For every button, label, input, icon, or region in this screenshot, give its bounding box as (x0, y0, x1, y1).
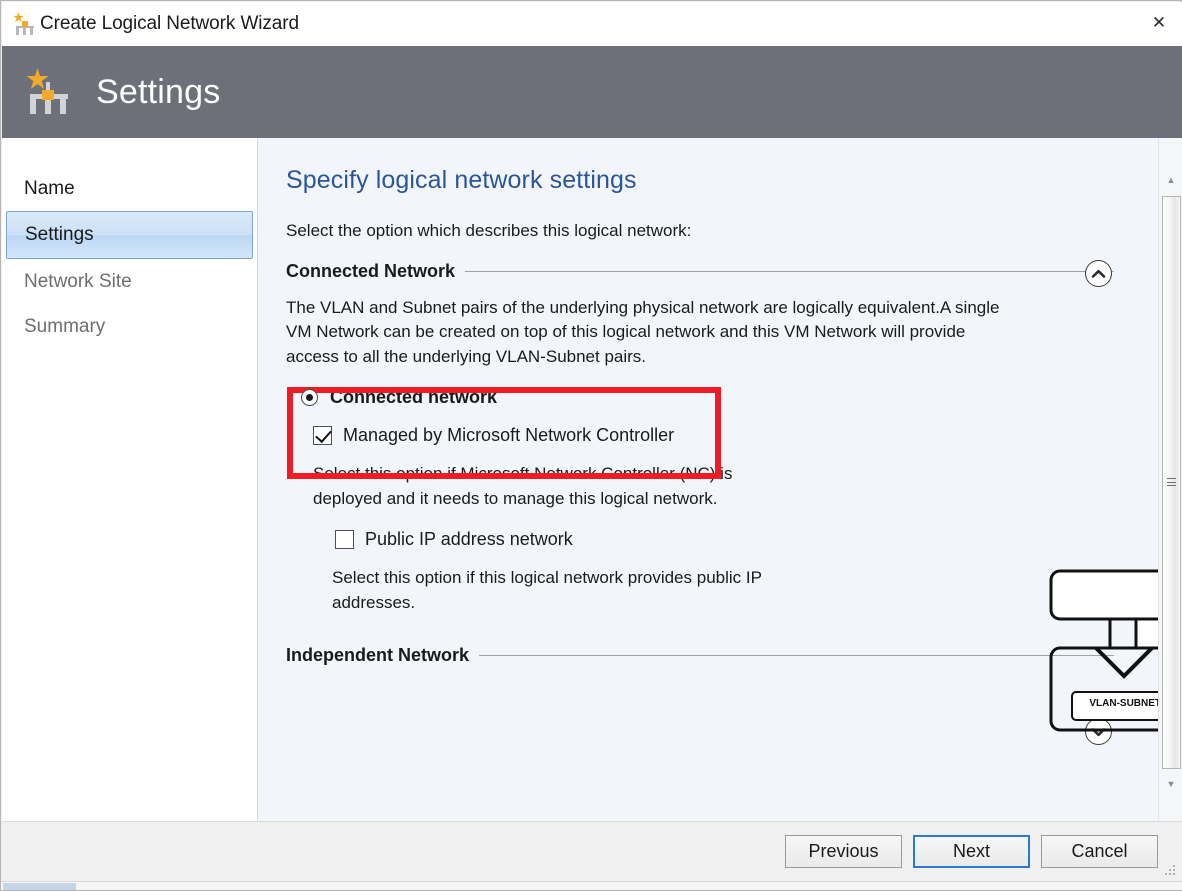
wizard-steps-sidebar: Name Settings Network Site Summary (2, 138, 258, 821)
vertical-scrollbar[interactable]: ▲ ▼ (1158, 138, 1182, 821)
checkbox-label: Public IP address network (365, 529, 573, 550)
checkbox-public-ip-address-network[interactable]: Public IP address network (335, 529, 1114, 550)
triangle-up-icon[interactable]: ▲ (1159, 168, 1182, 192)
footer-bar: Previous Next Cancel (2, 821, 1182, 883)
window-title: Create Logical Network Wizard (40, 13, 299, 34)
previous-button[interactable]: Previous (785, 835, 902, 868)
page-title: Settings (96, 72, 221, 111)
sidebar-item-label: Name (24, 177, 75, 199)
section-divider (465, 271, 1114, 272)
sidebar-item-network-site[interactable]: Network Site (6, 259, 253, 304)
content-area: Specify logical network settings Select … (258, 138, 1182, 821)
horizontal-scrollbar[interactable] (1, 881, 1182, 890)
content-lead-text: Select the option which describes this l… (286, 221, 692, 240)
sidebar-item-label: Settings (25, 224, 94, 245)
section-divider (479, 655, 1114, 657)
checkbox-indicator (335, 530, 354, 550)
chevron-up-icon[interactable] (1085, 260, 1112, 287)
connected-network-options: Connected network Managed by Microsoft N… (286, 387, 1114, 615)
connected-network-section-header: Connected Network (286, 261, 1114, 282)
resize-grip-icon[interactable] (1163, 865, 1177, 879)
radio-label: Connected network (330, 387, 498, 408)
new-logical-network-icon (24, 68, 74, 116)
section-label: Independent Network (286, 645, 470, 666)
sidebar-item-name[interactable]: Name (6, 166, 253, 211)
sidebar-item-label: Network Site (24, 270, 132, 292)
checkbox-label: Managed by Microsoft Network Controller (343, 425, 675, 446)
radio-connected-network[interactable]: Connected network (301, 387, 1114, 408)
section-label: Connected Network (286, 261, 456, 281)
scrollbar-grip (1167, 478, 1176, 487)
triangle-down-icon[interactable]: ▼ (1159, 772, 1182, 796)
wizard-window: Create Logical Network Wizard ✕ Settings… (0, 0, 1182, 891)
page-header: Settings (2, 46, 1182, 138)
checkbox-managed-by-network-controller[interactable]: Managed by Microsoft Network Controller (313, 425, 1114, 446)
close-icon[interactable]: ✕ (1136, 2, 1182, 44)
public-ip-help-text: Select this option if this logical netwo… (332, 568, 762, 612)
wizard-body: Name Settings Network Site Summary Speci… (2, 138, 1182, 821)
settings-panel: Specify logical network settings Select … (258, 138, 1144, 821)
scrollbar-thumb[interactable] (1162, 196, 1181, 769)
independent-network-section-header: Independent Network (286, 645, 1114, 666)
checkbox-indicator (313, 426, 332, 446)
radio-indicator (301, 389, 318, 407)
cancel-button[interactable]: Cancel (1041, 835, 1158, 868)
connected-network-description: The VLAN and Subnet pairs of the underly… (286, 298, 1000, 366)
next-button[interactable]: Next (913, 835, 1030, 868)
title-bar: Create Logical Network Wizard ✕ (2, 2, 1182, 46)
scrollbar-thumb[interactable] (3, 883, 76, 890)
content-heading: Specify logical network settings (286, 166, 637, 194)
sidebar-item-settings[interactable]: Settings (6, 211, 253, 259)
logical-network-icon (12, 11, 38, 37)
sidebar-item-label: Summary (24, 315, 106, 337)
sidebar-item-summary[interactable]: Summary (6, 304, 253, 349)
network-controller-help-text: Select this option if Microsoft Network … (313, 464, 733, 508)
